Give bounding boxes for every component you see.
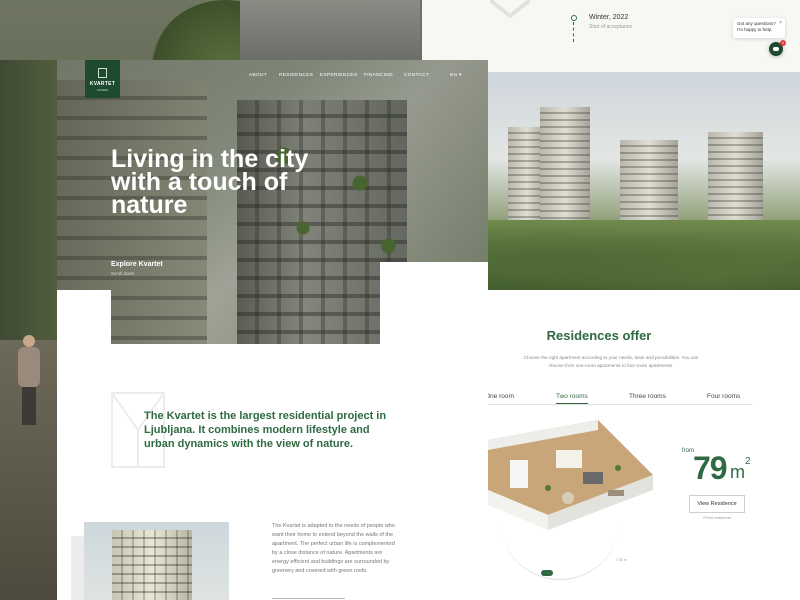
forest-image bbox=[488, 220, 800, 290]
scroll-hint: Scroll down bbox=[111, 271, 135, 276]
hero-headline: Living in the city with a touch of natur… bbox=[111, 145, 309, 219]
tab-four-rooms[interactable]: Four rooms bbox=[707, 393, 740, 400]
person-image bbox=[14, 335, 44, 425]
residences-title: Residences offer bbox=[546, 328, 652, 343]
logo-mark-icon bbox=[98, 68, 107, 78]
plan-dimension: 7.30 m bbox=[616, 558, 627, 562]
language-selector[interactable]: EN ▾ bbox=[450, 73, 462, 78]
explore-link[interactable]: Explore Kvartet bbox=[111, 261, 163, 268]
intro-text: The Kvartet is the largest residential p… bbox=[144, 410, 387, 450]
chat-badge: 1 bbox=[780, 40, 786, 46]
towers-photo bbox=[488, 72, 800, 290]
timeline-subtitle: Start of acceptance bbox=[589, 24, 633, 30]
nav-contact[interactable]: CONTACT bbox=[404, 73, 429, 78]
logo-name: KVARTET bbox=[89, 81, 116, 87]
timeline-line bbox=[573, 22, 574, 42]
divider bbox=[272, 598, 345, 599]
area-value: 79 bbox=[693, 450, 728, 486]
hero-cutout bbox=[380, 262, 488, 344]
building-photo bbox=[84, 522, 229, 600]
hero-cutout bbox=[57, 290, 111, 344]
nav-experiences[interactable]: EXPERIENCES bbox=[320, 73, 357, 78]
area-unit: m bbox=[730, 462, 745, 482]
tab-one-room[interactable]: One room bbox=[485, 393, 514, 400]
residences-description: Choose the right apartment according to … bbox=[523, 355, 699, 368]
rotate-control[interactable] bbox=[541, 570, 553, 576]
building-image bbox=[112, 530, 192, 600]
timeline-dot-icon bbox=[571, 15, 577, 21]
timeline-title: Winter, 2022 bbox=[589, 14, 629, 21]
photo-shadow bbox=[71, 536, 85, 600]
view-residence-button[interactable]: View Residence bbox=[689, 495, 745, 513]
nav-residences[interactable]: RESIDENCES bbox=[279, 73, 313, 78]
chevron-decoration-icon bbox=[490, 0, 530, 18]
area-exponent: 2 bbox=[745, 456, 751, 467]
chat-message-text: Got any questions? I'm happy to help. bbox=[737, 21, 776, 32]
close-icon[interactable]: × bbox=[779, 20, 782, 26]
logo[interactable]: KVARTET KOSEZI bbox=[85, 60, 120, 98]
building-image bbox=[240, 0, 420, 60]
nav-about[interactable]: ABOUT bbox=[249, 73, 267, 78]
body-text: The Kvartet is adapted to the needs of p… bbox=[272, 523, 395, 574]
tab-three-rooms[interactable]: Three rooms bbox=[629, 393, 666, 400]
free-residences-count: 79 free residences bbox=[702, 516, 732, 520]
page: Winter, 2022 Start of acceptance Got any… bbox=[0, 0, 800, 600]
main-card: KVARTET KOSEZI ABOUT RESIDENCES EXPERIEN… bbox=[57, 60, 488, 600]
chat-icon bbox=[773, 47, 779, 51]
tab-two-rooms[interactable]: Two rooms bbox=[556, 393, 588, 404]
room-tabs: One room Two rooms Three rooms Four room… bbox=[485, 393, 753, 405]
chat-message: Got any questions? I'm happy to help. × bbox=[733, 18, 785, 38]
logo-tagline: KOSEZI bbox=[96, 88, 108, 92]
nav-financing[interactable]: FINANCING bbox=[364, 73, 393, 78]
